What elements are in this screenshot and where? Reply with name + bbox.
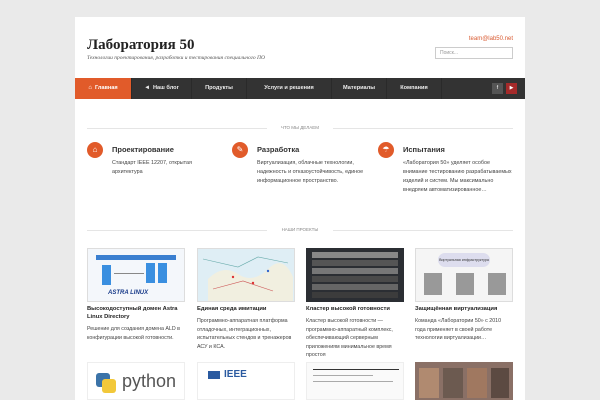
nav-item-label: Продукты (205, 85, 233, 91)
nav-item-label: Наш блог (153, 85, 179, 91)
site-header: Лаборатория 50 Технологии проектирования… (75, 17, 525, 75)
nav-item-label: Материалы (343, 85, 375, 91)
feature-text: Стандарт IEEE 12207, открытая архитектур… (112, 160, 192, 175)
python-logo: python (122, 371, 177, 391)
project-card[interactable]: Виртуальная инфраструктура Защищённая ви… (415, 248, 513, 343)
main-nav: ⌂ Главная ◄ Наш блог Продукты Услуги и реш… (75, 78, 525, 99)
youtube-icon[interactable]: ▶ (506, 83, 517, 94)
project-thumbnail[interactable]: ASTRA LINUX (87, 248, 185, 302)
project-title[interactable]: Единая среда имитации (197, 305, 295, 313)
project-title[interactable]: Кластер высокой готовности (306, 305, 404, 313)
project-thumbnail[interactable] (415, 362, 513, 400)
nav-item-home[interactable]: ⌂ Главная (75, 78, 132, 99)
feature-text: «Лаборатория 50» уделяет особое внимание… (403, 160, 512, 193)
nav-item-services[interactable]: Услуги и решения (247, 78, 332, 99)
nav-item-label: Главная (94, 85, 118, 91)
feature-title[interactable]: Разработка (257, 145, 299, 154)
project-thumbnail[interactable] (306, 248, 404, 302)
megaphone-icon: ◄ (144, 85, 151, 91)
nav-item-label: Услуги и решения (264, 85, 314, 91)
section-heading-projects: Наши проекты (87, 227, 513, 232)
cubes-icon: ⌂ (87, 142, 103, 158)
project-text: Кластер высокой готовности — программно-… (306, 318, 393, 358)
project-thumbnail[interactable]: IEEE (197, 362, 295, 400)
project-text: Решение для создания домена ALD в конфиг… (87, 326, 180, 341)
project-card[interactable]: Единая среда имитации Программно-аппарат… (197, 248, 295, 351)
nav-item-label: Компания (400, 85, 428, 91)
site-tagline: Технологии проектирования, разработки и … (87, 55, 265, 61)
home-icon: ⌂ (88, 85, 92, 91)
wrench-icon: ✎ (232, 142, 248, 158)
cloud-label: Виртуальная инфраструктура (438, 253, 490, 267)
project-title[interactable]: Высокодоступный домен Astra Linux Direct… (87, 305, 185, 321)
project-card[interactable]: ASTRA LINUX Высокодоступный домен Astra … (87, 248, 185, 342)
ieee-logo: IEEE (224, 369, 247, 380)
page-container: Лаборатория 50 Технологии проектирования… (75, 17, 525, 400)
umbrella-icon: ☂ (378, 142, 394, 158)
project-text: Команда «Лаборатории 50» с 2010 года при… (415, 318, 502, 341)
site-title[interactable]: Лаборатория 50 (87, 37, 194, 54)
project-card[interactable]: Кластер высокой готовности Кластер высок… (306, 248, 404, 360)
facebook-icon[interactable]: f (492, 83, 503, 94)
email-link[interactable]: team@lab50.net (469, 36, 513, 42)
nav-item-products[interactable]: Продукты (192, 78, 247, 99)
search-input[interactable] (435, 47, 513, 59)
project-thumbnail[interactable]: Виртуальная инфраструктура (415, 248, 513, 302)
feature-title[interactable]: Проектирование (112, 145, 174, 154)
project-text: Программно-аппаратная платформа отладочн… (197, 318, 292, 350)
project-title[interactable]: Защищённая виртуализация (415, 305, 513, 313)
nav-item-materials[interactable]: Материалы (332, 78, 387, 99)
project-thumbnail[interactable] (197, 248, 295, 302)
feature-text: Виртуализация, облачные технологии, наде… (257, 160, 364, 184)
feature-title[interactable]: Испытания (403, 145, 445, 154)
project-thumbnail[interactable]: python (87, 362, 185, 400)
project-thumbnail[interactable] (306, 362, 404, 400)
nav-item-company[interactable]: Компания (387, 78, 442, 99)
section-heading-what-we-do: Что мы делаем (87, 125, 513, 130)
astra-linux-logo: ASTRA LINUX (108, 290, 149, 296)
nav-item-blog[interactable]: ◄ Наш блог (132, 78, 192, 99)
